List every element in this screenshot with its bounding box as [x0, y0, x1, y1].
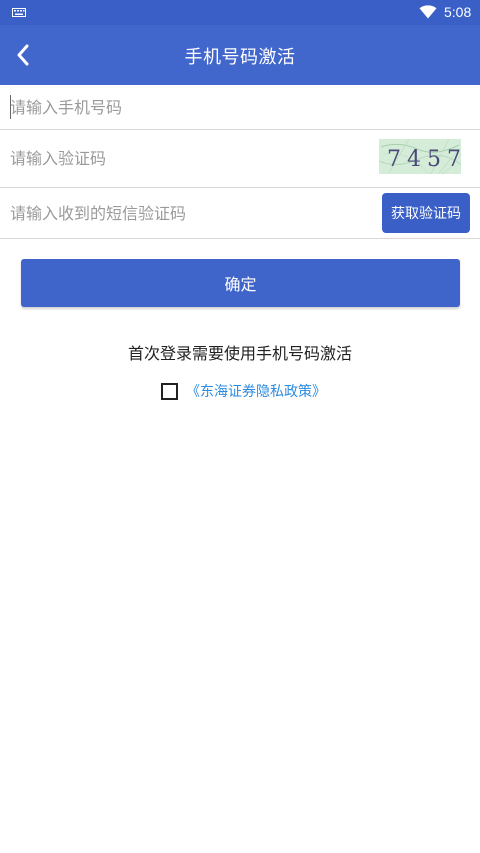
- captcha-text: 7457: [387, 147, 461, 172]
- sms-code-input[interactable]: [10, 188, 370, 238]
- wifi-icon: [419, 5, 437, 19]
- confirm-button[interactable]: 确定: [21, 259, 460, 307]
- get-sms-code-button[interactable]: 获取验证码: [382, 193, 470, 233]
- text-cursor: [10, 95, 11, 119]
- app-bar: 手机号码激活: [0, 25, 480, 85]
- captcha-input[interactable]: [10, 130, 370, 187]
- page-title: 手机号码激活: [184, 47, 296, 68]
- captcha-noise: 7457: [379, 139, 461, 174]
- phone-input[interactable]: [10, 85, 470, 129]
- status-time: 5:08: [444, 4, 472, 20]
- policy-checkbox[interactable]: [161, 382, 178, 400]
- privacy-policy-agreement: 《东海证券隐私政策》: [161, 381, 326, 401]
- keyboard-icon: [12, 8, 26, 17]
- activation-notice: 首次登录需要使用手机号码激活: [127, 344, 352, 363]
- captcha-row: 7457: [0, 130, 480, 188]
- phone-row: [0, 85, 480, 130]
- privacy-policy-link[interactable]: 《东海证券隐私政策》: [186, 381, 326, 401]
- status-bar: 5:08: [0, 0, 480, 25]
- captcha-image[interactable]: 7457: [379, 139, 461, 174]
- sms-row: 获取验证码: [0, 188, 480, 239]
